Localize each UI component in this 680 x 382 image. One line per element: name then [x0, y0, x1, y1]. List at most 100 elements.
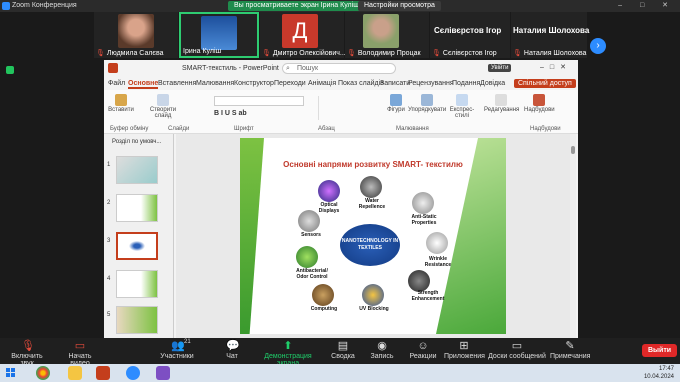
scrollbar-thumb[interactable]	[571, 146, 575, 154]
tab-slideshow[interactable]: Показ слайдів	[338, 80, 384, 87]
view-settings-button[interactable]: Настройки просмотра	[358, 1, 441, 11]
node-anti-static	[412, 192, 434, 214]
share-screen-button[interactable]: ⬆Демонстрация экрана	[254, 340, 322, 367]
record-button[interactable]: ◉ Запись	[370, 340, 394, 360]
participant-photo	[201, 16, 237, 50]
thumb-number: 2	[107, 200, 111, 206]
pp-window-controls[interactable]: –□✕	[540, 63, 572, 71]
ribbon-tabs: Файл Основне Вставлення Малювання Констр…	[104, 77, 578, 89]
addins-icon	[533, 94, 545, 106]
leave-button[interactable]: Выйти	[642, 344, 678, 357]
font-format-buttons[interactable]: B I U S ab	[214, 110, 304, 120]
shapes-button[interactable]: Фігури	[386, 94, 406, 113]
editing-button[interactable]: Редагування	[484, 94, 519, 113]
unmute-button[interactable]: 🎙Включить звук	[4, 340, 50, 367]
participants-button[interactable]: 👥 Участники	[156, 340, 198, 360]
pp-search-input[interactable]: ⌕ Пошук	[282, 63, 396, 74]
quick-styles-icon	[456, 94, 468, 106]
chat-button[interactable]: 💬 Чат	[222, 340, 242, 360]
mic-muted-icon: 🎙	[432, 50, 441, 57]
quick-styles-button[interactable]: Експрес-стилі	[448, 94, 476, 119]
notes-icon: ✎	[565, 340, 575, 352]
participant-tile[interactable]: Наталия Шолохова 🎙 Наталия Шолохова	[511, 12, 589, 58]
tab-record[interactable]: Записати	[380, 80, 410, 87]
font-name-select[interactable]	[214, 96, 304, 106]
current-slide: Основні напрями розвитку SMART- текстилю…	[240, 138, 506, 334]
node-optical-displays	[318, 180, 340, 202]
participant-tile[interactable]: 🎙 Людмила Салєва	[94, 12, 178, 58]
slide-thumbnail[interactable]	[116, 270, 158, 298]
tab-draw[interactable]: Малювання	[196, 80, 234, 87]
participant-tile[interactable]: Сєлівєрстов Ігор 🎙 Сєлівєрстов Ігор	[430, 12, 510, 58]
zoom-toolbar: 🎙Включить звук ▭Начать видео 👥Участники …	[0, 338, 680, 367]
powerpoint-window: SMART-текстиль - PowerPoint ⌕ Пошук Увій…	[104, 60, 578, 338]
tab-file[interactable]: Файл	[108, 80, 125, 87]
tab-view[interactable]: Подання	[452, 80, 480, 87]
zoom-icon[interactable]	[126, 366, 140, 380]
window-controls[interactable]: – □ ✕	[618, 1, 676, 9]
participant-gallery: 🎙 Людмила Салєва Ірина Куліш Д 🎙 Дмитро Ол…	[0, 12, 680, 58]
clipboard-icon	[115, 94, 127, 106]
paste-button[interactable]: Вставити	[108, 94, 134, 113]
share-button[interactable]: Спільний доступ	[514, 79, 576, 88]
mic-muted-icon: 🎙	[347, 50, 356, 57]
chevron-right-icon[interactable]: ›	[590, 38, 606, 54]
mic-muted-icon: 🎙	[21, 340, 35, 352]
windows-taskbar: 17:47 10.04.2024	[0, 364, 680, 382]
apps-icon: ⊞	[459, 340, 469, 352]
mic-muted-icon: 🎙	[513, 50, 522, 57]
addins-button[interactable]: Надбудови	[524, 94, 555, 113]
reactions-icon: ☺	[417, 340, 429, 352]
mic-muted-icon: 🎙	[96, 50, 105, 57]
tab-home[interactable]: Основне	[128, 80, 159, 89]
whiteboards-button[interactable]: ▭ Доски сообщений	[488, 340, 546, 360]
apps-button[interactable]: ⊞ Приложения	[444, 340, 485, 360]
group-slides: Слайди	[168, 126, 190, 132]
new-slide-button[interactable]: Створити слайд	[148, 94, 178, 119]
powerpoint-icon[interactable]	[96, 366, 110, 380]
vertical-scrollbar[interactable]	[570, 134, 576, 338]
paragraph-controls[interactable]	[318, 96, 378, 120]
video-off-icon: ▭	[74, 340, 86, 352]
tab-insert[interactable]: Вставлення	[158, 80, 196, 87]
tab-design[interactable]: Конструктор	[234, 80, 274, 87]
participant-tile[interactable]: 🎙 Володимир Процак	[345, 12, 429, 58]
participant-photo	[363, 14, 399, 48]
notes-button[interactable]: ✎ Примечания	[550, 340, 590, 360]
node-water-repellence	[360, 176, 382, 198]
viewing-banner: Вы просматриваете экран Ірина Куліш	[228, 1, 365, 11]
powerpoint-logo-icon	[108, 63, 118, 73]
diagram-hub: NANOTECHNOLOGY IN TEXTILES	[340, 224, 400, 266]
zoom-title-bar: Zoom Конференция Вы просматриваете экран…	[0, 0, 680, 12]
slide-title: Основні напрями розвитку SMART- текстилю	[283, 160, 463, 169]
tab-review[interactable]: Рецензування	[408, 80, 454, 87]
group-font: Шрифт	[234, 126, 254, 132]
tab-help[interactable]: Довідка	[480, 80, 505, 87]
start-video-button[interactable]: ▭Начать видео	[58, 340, 102, 367]
node-computing	[312, 284, 334, 306]
reactions-button[interactable]: ☺ Реакции	[408, 340, 438, 360]
summary-button[interactable]: ▤ Сводка	[330, 340, 356, 360]
participant-tile-active[interactable]: Ірина Куліш	[179, 12, 259, 58]
participant-tile[interactable]: Д 🎙 Дмитро Олексійович...	[260, 12, 346, 58]
slide-thumbnail-selected[interactable]	[116, 232, 158, 260]
slide-thumbnail[interactable]	[116, 156, 158, 184]
clock-time: 17:47	[658, 366, 674, 372]
node-antibacterial	[296, 246, 318, 268]
chrome-icon[interactable]	[36, 366, 50, 380]
tab-transitions[interactable]: Переходи	[274, 80, 306, 87]
thumb-number: 4	[107, 276, 111, 282]
file-explorer-icon[interactable]	[68, 366, 82, 380]
slide-thumbnail[interactable]	[116, 194, 158, 222]
tab-animations[interactable]: Анімація	[308, 80, 336, 87]
arrange-button[interactable]: Упорядкувати	[408, 94, 446, 113]
system-tray[interactable]: 17:47 10.04.2024	[644, 365, 674, 381]
viber-icon[interactable]	[156, 366, 170, 380]
ribbon: Вставити Створити слайд B I U S ab Фігур…	[104, 90, 578, 134]
section-label[interactable]: Розділ по умовч...	[112, 139, 161, 145]
slide-thumbnail[interactable]	[116, 306, 158, 334]
windows-start-icon[interactable]	[6, 368, 16, 378]
thumb-number: 3	[107, 238, 111, 244]
group-drawing: Малювання	[396, 126, 429, 132]
sign-in-button[interactable]: Увійти	[488, 64, 512, 72]
